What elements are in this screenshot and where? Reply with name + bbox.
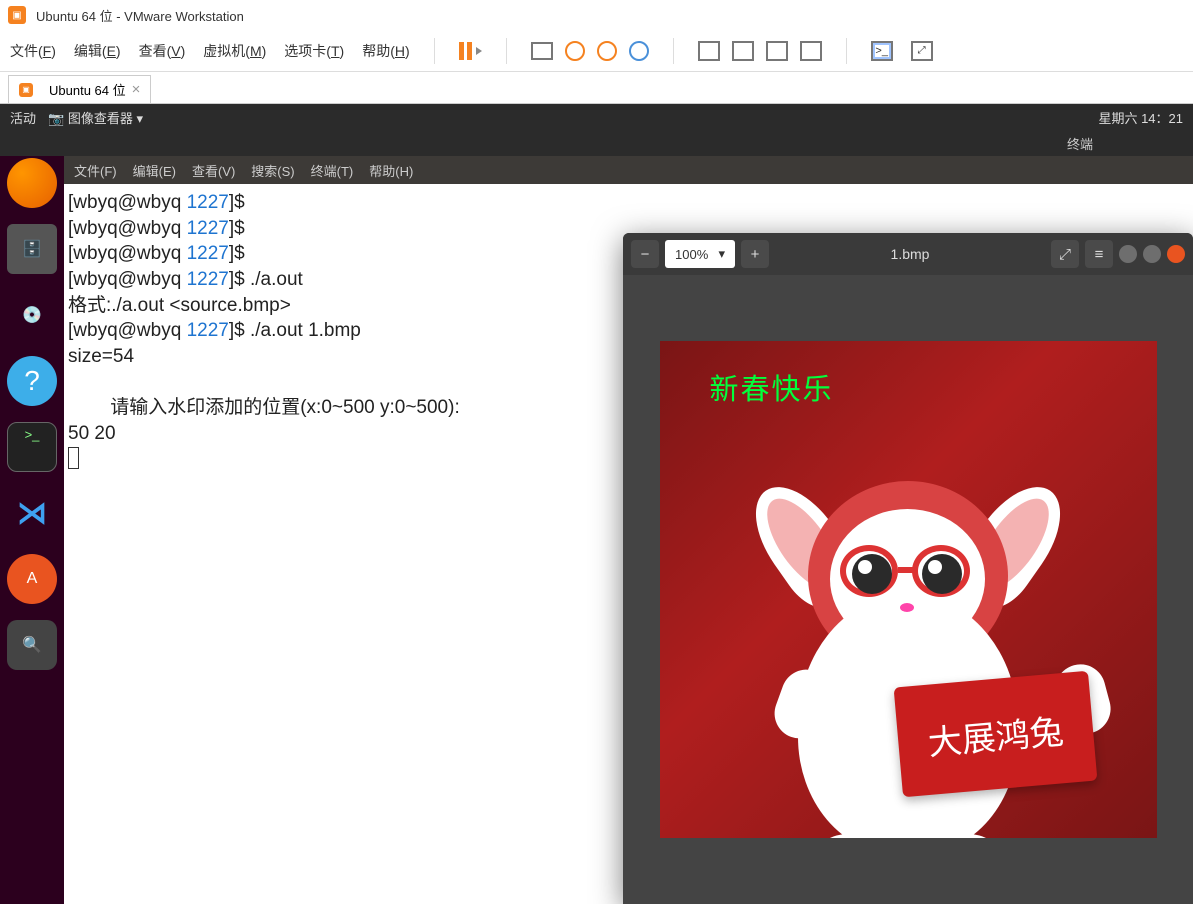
window-title: Ubuntu 64 位 - VMware Workstation [36, 6, 244, 25]
image-viewer-titlebar[interactable]: − 100%▾ + 1.bmp ⤢ ≡ [623, 233, 1193, 275]
term-menu-view[interactable]: 查看(V) [192, 161, 235, 180]
fullscreen-icon[interactable]: ⤢ [911, 41, 933, 61]
vmware-menubar: 文件(F) 编辑(E) 查看(V) 虚拟机(M) 选项卡(T) 帮助(H) >_… [0, 30, 1193, 72]
zoom-out-button[interactable]: − [631, 240, 659, 268]
terminal-menubar: 文件(F) 编辑(E) 查看(V) 搜索(S) 终端(T) 帮助(H) [64, 156, 1193, 184]
ubuntu-dock: 🗄️ 💿 ? >_ ⋊ A 🔍 [0, 156, 64, 904]
sign-text: 大展鸿兔 [926, 704, 1066, 765]
dock-image-viewer[interactable]: 🔍 [7, 620, 57, 670]
image-viewer-stage: 新春快乐 大展鸿兔 [623, 275, 1193, 904]
terminal-title-label: 终端 [1067, 134, 1093, 153]
term-menu-help[interactable]: 帮助(H) [369, 161, 413, 180]
term-menu-search[interactable]: 搜索(S) [251, 161, 294, 180]
activities-button[interactable]: 活动 [10, 108, 36, 127]
displayed-image: 新春快乐 大展鸿兔 [660, 341, 1157, 838]
minimize-button[interactable] [1119, 245, 1137, 263]
snapshot-icon[interactable] [531, 42, 553, 60]
maximize-button[interactable] [1143, 245, 1161, 263]
close-icon[interactable]: × [132, 81, 141, 98]
vm-tab-label: Ubuntu 64 位 [49, 80, 126, 99]
pause-button[interactable] [459, 42, 482, 60]
dock-files[interactable]: 🗄️ [7, 224, 57, 274]
menu-button[interactable]: ≡ [1085, 240, 1113, 268]
menu-view[interactable]: 查看(V) [139, 41, 186, 61]
view1-icon[interactable] [698, 41, 720, 61]
vm-tab-ubuntu[interactable]: ▣ Ubuntu 64 位 × [8, 75, 151, 103]
dock-vscode[interactable]: ⋊ [7, 488, 57, 538]
dock-disk[interactable]: 💿 [7, 290, 57, 340]
fullscreen-button[interactable]: ⤢ [1051, 240, 1079, 268]
image-viewer-filename: 1.bmp [775, 246, 1045, 262]
zoom-select[interactable]: 100%▾ [665, 240, 735, 268]
vmware-logo-icon: ▣ [8, 6, 26, 24]
vm-tab-icon: ▣ [19, 83, 33, 97]
terminal-cursor [68, 447, 79, 469]
zoom-in-button[interactable]: + [741, 240, 769, 268]
term-menu-edit[interactable]: 编辑(E) [133, 161, 176, 180]
view3-icon[interactable] [766, 41, 788, 61]
menu-help[interactable]: 帮助(H) [362, 41, 409, 61]
ubuntu-subtitle-bar: 终端 [0, 130, 1193, 156]
console-icon[interactable]: >_ [871, 41, 893, 61]
menu-tabs[interactable]: 选项卡(T) [284, 41, 344, 61]
term-menu-file[interactable]: 文件(F) [74, 161, 117, 180]
close-button[interactable] [1167, 245, 1185, 263]
image-viewer-window[interactable]: − 100%▾ + 1.bmp ⤢ ≡ 新春快乐 [623, 233, 1193, 904]
menu-edit[interactable]: 编辑(E) [74, 41, 121, 61]
menu-file[interactable]: 文件(F) [10, 41, 56, 61]
view2-icon[interactable] [732, 41, 754, 61]
clock3-icon[interactable] [629, 41, 649, 61]
app-indicator[interactable]: 📷 图像查看器 ▾ [48, 108, 143, 127]
view4-icon[interactable] [800, 41, 822, 61]
dock-updater[interactable]: A [7, 554, 57, 604]
clock1-icon[interactable] [565, 41, 585, 61]
dock-firefox[interactable] [7, 158, 57, 208]
clock2-icon[interactable] [597, 41, 617, 61]
dock-help[interactable]: ? [7, 356, 57, 406]
menu-vm[interactable]: 虚拟机(M) [203, 41, 266, 61]
vmware-tabstrip: ▣ Ubuntu 64 位 × [0, 72, 1193, 104]
clock-label[interactable]: 星期六 14：21 [1098, 108, 1183, 127]
watermark-text: 新春快乐 [710, 366, 834, 408]
dock-terminal[interactable]: >_ [7, 422, 57, 472]
term-menu-terminal[interactable]: 终端(T) [311, 161, 354, 180]
vmware-titlebar: ▣ Ubuntu 64 位 - VMware Workstation [0, 0, 1193, 30]
ubuntu-topbar: 活动 📷 图像查看器 ▾ 星期六 14：21 [0, 104, 1193, 130]
